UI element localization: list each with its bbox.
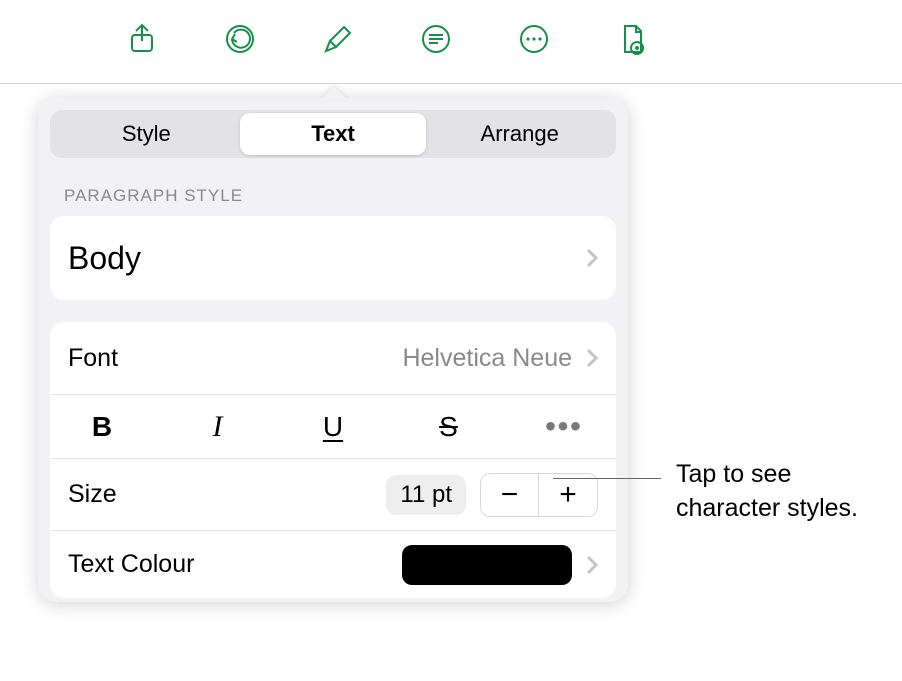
insert-button[interactable] xyxy=(414,20,458,64)
size-value[interactable]: 11 pt xyxy=(386,475,466,515)
text-color-swatch[interactable] xyxy=(402,545,572,585)
underline-button[interactable]: U xyxy=(303,407,363,447)
more-button[interactable] xyxy=(512,20,556,64)
format-popover: Style Text Arrange Paragraph Style Body … xyxy=(38,98,628,602)
paragraph-style-card: Body xyxy=(50,216,616,300)
size-row: Size 11 pt − + xyxy=(50,458,616,530)
more-icon xyxy=(516,21,552,62)
undo-button[interactable] xyxy=(218,20,262,64)
character-styles-button[interactable]: ••• xyxy=(534,407,594,447)
format-button[interactable] xyxy=(316,20,360,64)
paragraph-style-name: Body xyxy=(68,240,141,277)
strikethrough-button[interactable]: S xyxy=(419,407,479,447)
chevron-right-icon xyxy=(586,555,598,575)
tab-arrange[interactable]: Arrange xyxy=(426,113,613,155)
app-toolbar xyxy=(0,0,902,84)
paragraph-style-row[interactable]: Body xyxy=(50,216,616,300)
italic-button[interactable]: I xyxy=(188,407,248,447)
paragraph-style-header: Paragraph Style xyxy=(64,186,616,206)
tab-text[interactable]: Text xyxy=(240,113,427,155)
font-row[interactable]: Font Helvetica Neue xyxy=(50,322,616,394)
callout-line xyxy=(553,478,661,479)
share-button[interactable] xyxy=(120,20,164,64)
text-options-card: Font Helvetica Neue B I U S ••• Size 11 … xyxy=(50,322,616,598)
document-button[interactable] xyxy=(610,20,654,64)
share-icon xyxy=(124,21,160,62)
text-color-label: Text Colour xyxy=(68,550,194,579)
format-tabs: Style Text Arrange xyxy=(50,110,616,158)
callout-text: Tap to see character styles. xyxy=(676,458,896,526)
chevron-right-icon xyxy=(586,248,598,268)
size-decrease-button[interactable]: − xyxy=(481,474,539,516)
size-stepper: − + xyxy=(480,473,598,517)
font-label: Font xyxy=(68,344,118,373)
chevron-right-icon xyxy=(586,348,598,368)
font-value: Helvetica Neue xyxy=(402,344,572,373)
paintbrush-icon xyxy=(320,21,356,62)
tab-style[interactable]: Style xyxy=(53,113,240,155)
size-increase-button[interactable]: + xyxy=(539,474,597,516)
bold-button[interactable]: B xyxy=(72,407,132,447)
text-align-icon xyxy=(418,21,454,62)
text-format-row: B I U S ••• xyxy=(50,394,616,458)
size-label: Size xyxy=(68,480,117,509)
text-color-row[interactable]: Text Colour xyxy=(50,530,616,598)
document-icon xyxy=(614,21,650,62)
undo-icon xyxy=(222,21,258,62)
